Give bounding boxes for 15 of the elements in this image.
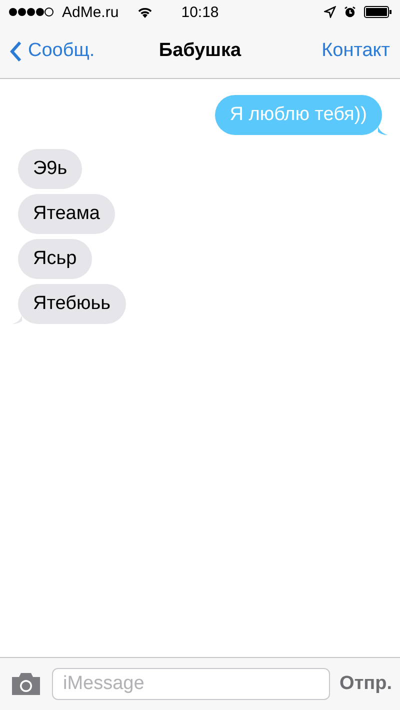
back-button[interactable]: Сообщ. xyxy=(10,40,95,62)
battery-icon xyxy=(364,6,392,18)
message-input-field[interactable]: iMessage xyxy=(52,668,330,700)
bubble-tail-icon xyxy=(12,315,22,324)
signal-icon xyxy=(8,7,54,17)
status-time: 10:18 xyxy=(181,4,219,20)
contact-title: Бабушка xyxy=(158,40,242,62)
location-arrow-icon xyxy=(324,6,336,18)
wifi-icon xyxy=(136,6,153,18)
alarm-clock-icon xyxy=(344,6,356,18)
carrier-name: AdMe.ru xyxy=(62,4,119,20)
contact-button[interactable]: Контакт xyxy=(322,40,390,62)
camera-icon[interactable] xyxy=(10,672,42,696)
chevron-left-icon xyxy=(10,40,22,62)
bubble-tail-icon xyxy=(378,126,388,135)
